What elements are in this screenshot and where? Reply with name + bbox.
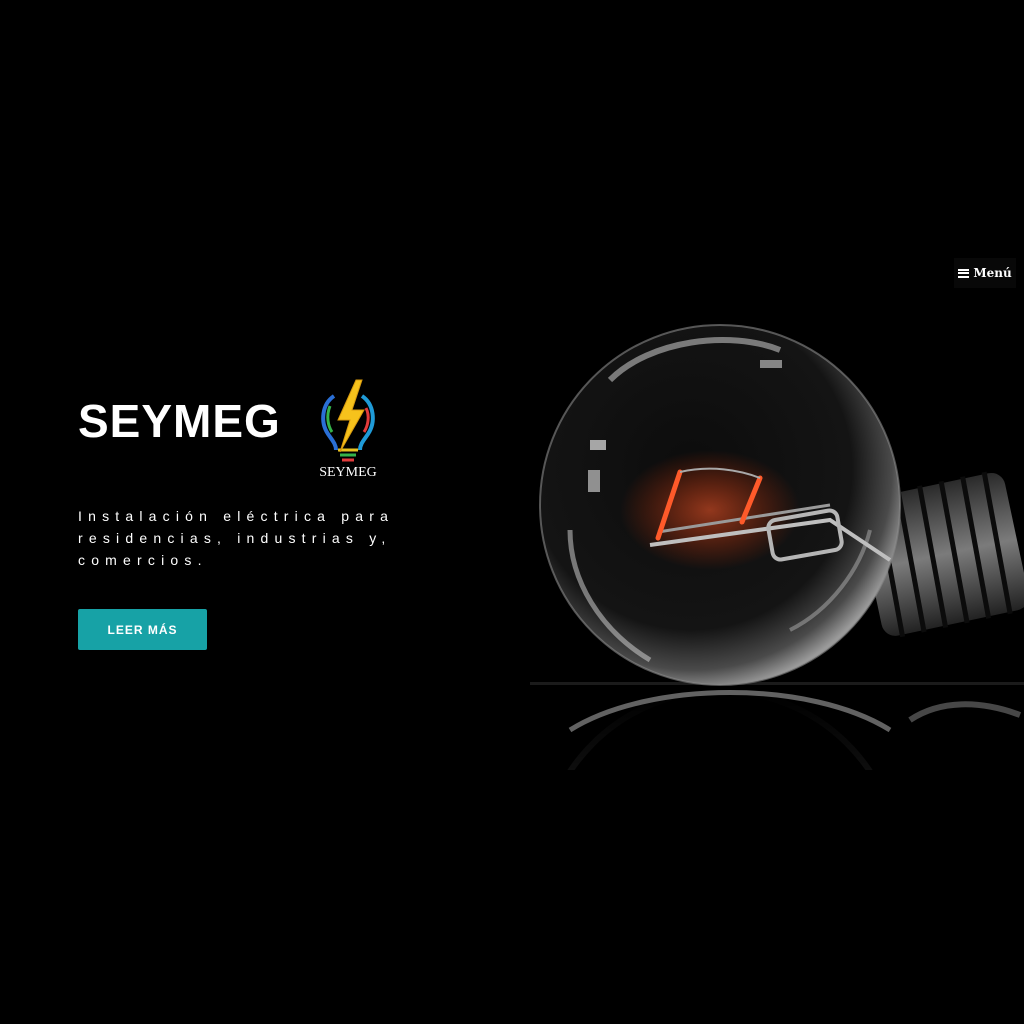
read-more-button[interactable]: LEER MÁS <box>78 609 207 650</box>
brand-logo: SEYMEG <box>312 376 384 486</box>
hamburger-icon <box>958 268 970 278</box>
light-bulb-image <box>530 324 1024 790</box>
logo-text: SEYMEG <box>319 465 377 480</box>
lightning-bulb-logo-icon <box>321 379 375 462</box>
menu-label: Menú <box>973 266 1012 280</box>
page-title: SEYMEG <box>78 395 281 447</box>
hero-tagline: Instalación eléctrica para residencias, … <box>78 508 395 568</box>
menu-button[interactable]: Menú <box>954 258 1016 288</box>
hero-section: Menú SEYMEG SEYMEG Instalación eléctrica… <box>0 0 1024 1024</box>
